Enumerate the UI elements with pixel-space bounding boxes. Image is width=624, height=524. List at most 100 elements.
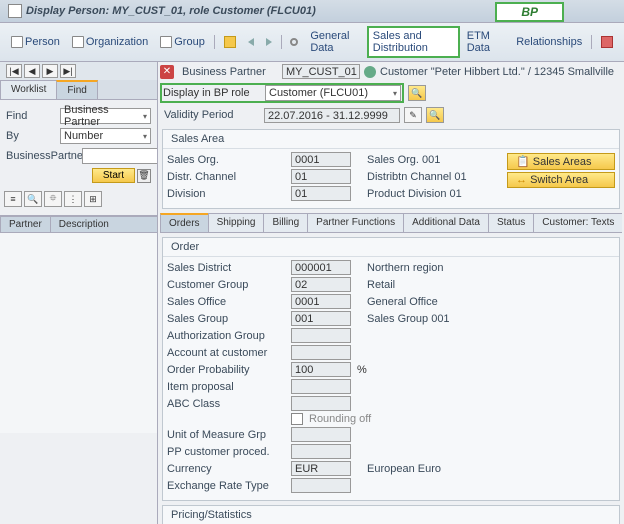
bp-input[interactable]	[82, 148, 158, 164]
back-button[interactable]	[243, 35, 259, 49]
validity-label: Validity Period	[160, 109, 260, 121]
field-desc: Sales Group 001	[367, 313, 507, 325]
right-panel: ✕ Business Partner MY_CUST_01 Customer "…	[158, 62, 624, 524]
first-button[interactable]: |◀	[6, 64, 22, 78]
rounding-label: Rounding off	[309, 413, 371, 425]
sales-area-section: Sales Area Sales Org.0001Sales Org. 001 …	[162, 129, 620, 209]
detail-tabs: Orders Shipping Billing Partner Function…	[160, 213, 622, 233]
tool-4[interactable]: ⋮	[64, 191, 82, 207]
partner-column[interactable]: Partner	[0, 216, 51, 232]
order-row: ABC Class	[167, 395, 615, 412]
sales-org-field: 0001	[291, 152, 351, 167]
tool-1[interactable]: ≡	[4, 191, 22, 207]
close-button[interactable]: ✕	[160, 65, 174, 79]
document-icon	[72, 36, 84, 48]
find-label: Find	[6, 110, 56, 122]
tab-customer-texts[interactable]: Customer: Texts	[533, 213, 622, 232]
field-desc: European Euro	[367, 463, 507, 475]
tab-partner-functions[interactable]: Partner Functions	[307, 213, 404, 232]
extra-button[interactable]	[596, 33, 618, 51]
person-button[interactable]: Person	[6, 33, 65, 51]
order-row: Item proposal	[167, 378, 615, 395]
etm-data-button[interactable]: ETM Data	[462, 27, 509, 57]
tab-additional-data[interactable]: Additional Data	[403, 213, 489, 232]
open-button[interactable]	[219, 33, 241, 51]
field-value[interactable]	[291, 379, 351, 394]
bp-field-label: Business Partner	[178, 66, 278, 78]
by-label: By	[6, 130, 56, 142]
document-icon	[160, 36, 172, 48]
arrow-left-icon	[248, 38, 254, 46]
tab-shipping[interactable]: Shipping	[208, 213, 265, 232]
order-row: Unit of Measure Grp	[167, 426, 615, 443]
forward-button[interactable]	[261, 35, 277, 49]
customer-desc: Customer "Peter Hibbert Ltd." / 12345 Sm…	[380, 66, 614, 78]
tab-orders[interactable]: Orders	[160, 213, 209, 232]
field-label: Sales District	[167, 262, 285, 274]
relationships-button[interactable]: Relationships	[511, 33, 587, 51]
field-value[interactable]	[291, 396, 351, 411]
bp-label: BusinessPartner	[6, 150, 78, 162]
find-select[interactable]: Business Partner	[60, 108, 151, 124]
separator	[591, 35, 592, 49]
field-value[interactable]: 000001	[291, 260, 351, 275]
tab-billing[interactable]: Billing	[263, 213, 308, 232]
validity-help-button[interactable]: 🔍	[426, 107, 444, 123]
order-row: Sales Group001Sales Group 001	[167, 310, 615, 327]
role-help-button[interactable]: 🔍	[408, 85, 426, 101]
field-label: Order Probability	[167, 364, 285, 376]
rounding-checkbox[interactable]	[291, 413, 303, 425]
tool-2[interactable]: 🔍	[24, 191, 42, 207]
validity-edit-button[interactable]: ✎	[404, 107, 422, 123]
worklist-tab[interactable]: Worklist	[0, 80, 57, 99]
tool-5[interactable]: ⊞	[84, 191, 102, 207]
prev-button[interactable]: ◀	[24, 64, 40, 78]
tab-status[interactable]: Status	[488, 213, 534, 232]
field-label: Exchange Rate Type	[167, 480, 285, 492]
folder-icon	[224, 36, 236, 48]
field-value[interactable]	[291, 345, 351, 360]
arrow-right-icon	[266, 38, 272, 46]
order-row: Exchange Rate Type	[167, 477, 615, 494]
next-button[interactable]: ▶	[42, 64, 58, 78]
last-button[interactable]: ▶|	[60, 64, 76, 78]
role-highlight: Display in BP role Customer (FLCU01)	[160, 83, 404, 103]
field-value[interactable]	[291, 478, 351, 493]
left-panel: |◀ ◀ ▶ ▶| Worklist Find Find Business Par…	[0, 62, 158, 524]
separator	[281, 35, 282, 49]
search-button[interactable]	[285, 35, 303, 49]
organization-button[interactable]: Organization	[67, 33, 153, 51]
document-icon	[11, 36, 23, 48]
field-value[interactable]: 02	[291, 277, 351, 292]
find-tab[interactable]: Find	[56, 80, 97, 99]
distr-channel-label: Distr. Channel	[167, 171, 285, 183]
person-icon	[364, 66, 376, 78]
field-value[interactable]: EUR	[291, 461, 351, 476]
tool-3[interactable]: ⯐	[44, 191, 62, 207]
sales-org-desc: Sales Org. 001	[367, 154, 507, 166]
field-value[interactable]	[291, 427, 351, 442]
field-value[interactable]: 100	[291, 362, 351, 377]
group-button[interactable]: Group	[155, 33, 210, 51]
separator	[214, 35, 215, 49]
field-value[interactable]	[291, 328, 351, 343]
order-row: Account at customer	[167, 344, 615, 361]
grid-toolbar: ≡ 🔍 ⯐ ⋮ ⊞	[0, 187, 157, 211]
role-select[interactable]: Customer (FLCU01)	[265, 85, 401, 101]
window-title: Display Person: MY_CUST_01, role Custome…	[26, 5, 316, 17]
start-button[interactable]: Start	[92, 168, 135, 183]
switch-area-button[interactable]: ↔ Switch Area	[507, 172, 615, 188]
validity-field: 22.07.2016 - 31.12.9999	[264, 108, 400, 123]
general-data-button[interactable]: General Data	[305, 27, 364, 57]
field-label: Authorization Group	[167, 330, 285, 342]
field-value[interactable]: 0001	[291, 294, 351, 309]
rounding-row: Rounding off	[167, 412, 615, 426]
main-toolbar: Person Organization Group General Data S…	[0, 23, 624, 62]
field-value[interactable]: 001	[291, 311, 351, 326]
by-select[interactable]: Number	[60, 128, 151, 144]
trash-button[interactable]: 🗑	[137, 169, 151, 183]
sales-areas-button[interactable]: 📋 Sales Areas	[507, 153, 615, 170]
description-column[interactable]: Description	[50, 216, 158, 232]
sales-distribution-button[interactable]: Sales and Distribution	[367, 26, 460, 58]
field-value[interactable]	[291, 444, 351, 459]
